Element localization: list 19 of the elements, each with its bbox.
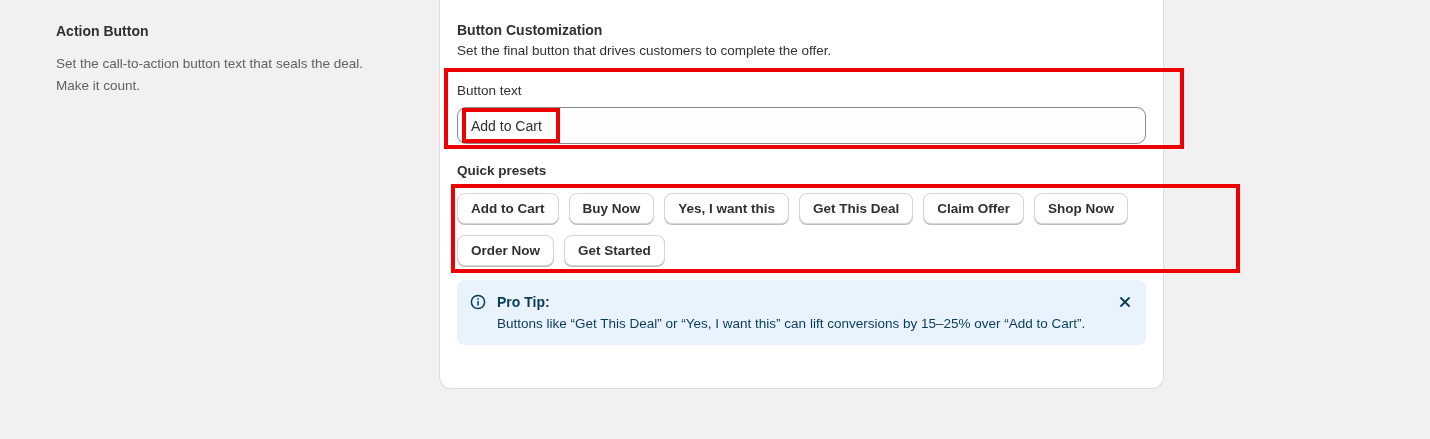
card-subtitle: Set the final button that drives customers to complete the offer. (457, 42, 833, 60)
field-label: Button text (457, 82, 523, 100)
section-title: Action Button (56, 22, 150, 40)
preset-button[interactable]: Get Started (564, 235, 665, 266)
info-icon (470, 294, 486, 310)
presets-label: Quick presets (457, 162, 548, 180)
preset-button[interactable]: Shop Now (1034, 193, 1129, 224)
section-description: Set the call-to-action button text that seals the deal. Make it count. (56, 55, 364, 95)
preset-button[interactable]: Yes, I want this (664, 193, 790, 224)
card-title: Button Customization (457, 21, 604, 39)
preset-button[interactable]: Order Now (457, 235, 554, 266)
preset-button[interactable]: Get This Deal (799, 193, 914, 224)
preset-button[interactable]: Claim Offer (923, 193, 1025, 224)
preset-button[interactable]: Add to Cart (457, 193, 559, 224)
close-icon (1119, 296, 1131, 308)
tip-title: Pro Tip: (497, 293, 551, 311)
input-field[interactable]: Add to Cart (457, 107, 1146, 144)
preset-button[interactable]: Buy Now (568, 193, 655, 224)
tip-text: Buttons like “Get This Deal” or “Yes, I want this” can lift conversions by 15–25% over “Add to Cart”. (497, 315, 1087, 333)
